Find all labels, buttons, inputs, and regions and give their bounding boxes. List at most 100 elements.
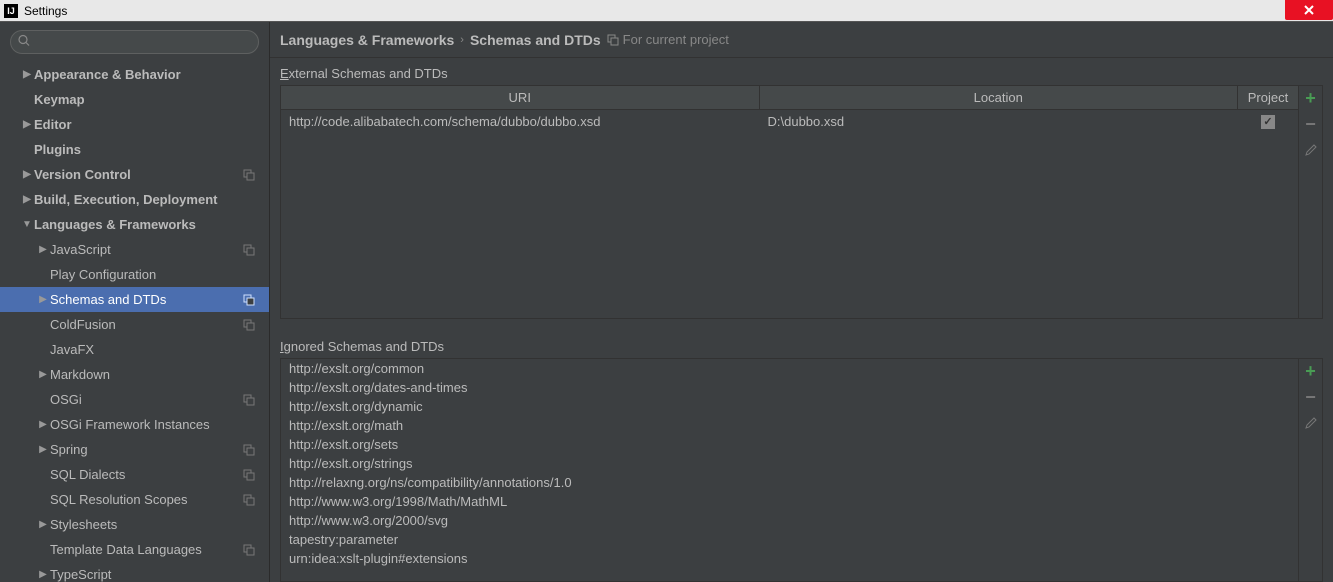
sidebar-item-label: TypeScript (50, 567, 111, 582)
expand-arrow-icon: ▶ (20, 169, 34, 180)
sidebar-item-label: JavaScript (50, 242, 111, 257)
list-item[interactable]: http://exslt.org/common (281, 359, 1298, 378)
sidebar-item-play-configuration[interactable]: Play Configuration (0, 262, 269, 287)
expand-arrow-icon: ▶ (36, 244, 50, 255)
breadcrumb: Languages & Frameworks › Schemas and DTD… (270, 22, 1333, 58)
project-scope-icon (243, 444, 255, 456)
table-row[interactable]: http://code.alibabatech.com/schema/dubbo… (281, 110, 1298, 134)
expand-arrow-icon: ▶ (20, 194, 34, 205)
sidebar-item-spring[interactable]: ▶Spring (0, 437, 269, 462)
list-item[interactable]: http://exslt.org/sets (281, 435, 1298, 454)
title-bar: IJ Settings (0, 0, 1333, 22)
scope-label: For current project (623, 32, 729, 47)
edit-button[interactable] (1303, 415, 1319, 431)
list-item[interactable]: http://exslt.org/dynamic (281, 397, 1298, 416)
app-icon: IJ (4, 4, 18, 18)
col-uri[interactable]: URI (281, 86, 760, 109)
breadcrumb-parent[interactable]: Languages & Frameworks (280, 32, 454, 48)
content-pane: Languages & Frameworks › Schemas and DTD… (270, 22, 1333, 582)
ignored-section-label: Ignored Schemas and DTDs (270, 331, 1333, 358)
list-item[interactable]: urn:idea:xslt-plugin#extensions (281, 549, 1298, 568)
external-table-body: http://code.alibabatech.com/schema/dubbo… (281, 110, 1298, 134)
sidebar-item-plugins[interactable]: Plugins (0, 137, 269, 162)
sidebar-item-label: Appearance & Behavior (34, 67, 181, 82)
sidebar-item-typescript[interactable]: ▶TypeScript (0, 562, 269, 582)
sidebar-item-osgi[interactable]: OSGi (0, 387, 269, 412)
project-scope-icon (243, 469, 255, 481)
sidebar-item-label: Template Data Languages (50, 542, 202, 557)
sidebar-item-label: Schemas and DTDs (50, 292, 166, 307)
project-scope-icon (243, 319, 255, 331)
col-project[interactable]: Project (1238, 86, 1298, 109)
expand-arrow-icon: ▶ (20, 69, 34, 80)
sidebar-item-languages-frameworks[interactable]: ▼Languages & Frameworks (0, 212, 269, 237)
sidebar: ▶Appearance & BehaviorKeymap▶EditorPlugi… (0, 22, 270, 582)
project-scope-icon (243, 544, 255, 556)
settings-tree: ▶Appearance & BehaviorKeymap▶EditorPlugi… (0, 62, 269, 582)
close-button[interactable] (1285, 0, 1333, 20)
sidebar-item-label: OSGi Framework Instances (50, 417, 210, 432)
breadcrumb-current: Schemas and DTDs (470, 32, 601, 48)
window-title: Settings (24, 4, 67, 18)
edit-button[interactable] (1303, 142, 1319, 158)
sidebar-item-javafx[interactable]: JavaFX (0, 337, 269, 362)
expand-arrow-icon: ▶ (36, 569, 50, 580)
cell-location: D:\dubbo.xsd (760, 110, 1239, 133)
sidebar-item-appearance-behavior[interactable]: ▶Appearance & Behavior (0, 62, 269, 87)
list-item[interactable]: http://exslt.org/math (281, 416, 1298, 435)
sidebar-item-schemas-and-dtds[interactable]: ▶Schemas and DTDs (0, 287, 269, 312)
ignored-list-body[interactable]: http://exslt.org/commonhttp://exslt.org/… (281, 359, 1298, 581)
sidebar-item-stylesheets[interactable]: ▶Stylesheets (0, 512, 269, 537)
sidebar-item-build-execution-deployment[interactable]: ▶Build, Execution, Deployment (0, 187, 269, 212)
sidebar-item-template-data-languages[interactable]: Template Data Languages (0, 537, 269, 562)
sidebar-item-label: Plugins (34, 142, 81, 157)
sidebar-item-coldfusion[interactable]: ColdFusion (0, 312, 269, 337)
sidebar-item-label: Keymap (34, 92, 85, 107)
list-item[interactable]: http://relaxng.org/ns/compatibility/anno… (281, 473, 1298, 492)
add-button[interactable]: + (1303, 363, 1319, 379)
sidebar-item-editor[interactable]: ▶Editor (0, 112, 269, 137)
sidebar-item-label: Languages & Frameworks (34, 217, 196, 232)
project-scope-icon (607, 34, 619, 46)
add-button[interactable]: + (1303, 90, 1319, 106)
sidebar-item-label: Version Control (34, 167, 131, 182)
sidebar-item-osgi-framework-instances[interactable]: ▶OSGi Framework Instances (0, 412, 269, 437)
col-location[interactable]: Location (760, 86, 1239, 109)
expand-arrow-icon: ▼ (20, 219, 34, 230)
list-item[interactable]: http://exslt.org/dates-and-times (281, 378, 1298, 397)
list-item[interactable]: tapestry:parameter (281, 530, 1298, 549)
sidebar-item-label: Build, Execution, Deployment (34, 192, 217, 207)
external-table-header: URI Location Project (281, 86, 1298, 110)
pencil-icon (1304, 416, 1318, 430)
remove-button[interactable]: − (1303, 389, 1319, 405)
project-scope-icon (243, 394, 255, 406)
close-icon (1301, 3, 1317, 17)
ignored-toolbar: + − (1298, 359, 1322, 581)
sidebar-item-label: JavaFX (50, 342, 94, 357)
list-item[interactable]: http://exslt.org/strings (281, 454, 1298, 473)
cell-uri: http://code.alibabatech.com/schema/dubbo… (281, 110, 760, 133)
sidebar-item-label: OSGi (50, 392, 82, 407)
sidebar-item-version-control[interactable]: ▶Version Control (0, 162, 269, 187)
external-section-label: External Schemas and DTDs (270, 58, 1333, 85)
sidebar-item-label: ColdFusion (50, 317, 116, 332)
chevron-right-icon: › (460, 34, 464, 46)
project-scope-icon (243, 294, 255, 306)
sidebar-item-sql-resolution-scopes[interactable]: SQL Resolution Scopes (0, 487, 269, 512)
project-scope-icon (243, 494, 255, 506)
external-empty-space[interactable] (281, 134, 1298, 318)
search-icon (18, 35, 30, 50)
checkbox-icon[interactable]: ✓ (1261, 115, 1275, 129)
expand-arrow-icon: ▶ (36, 444, 50, 455)
list-item[interactable]: http://www.w3.org/2000/svg (281, 511, 1298, 530)
search-input[interactable] (10, 30, 259, 54)
sidebar-item-javascript[interactable]: ▶JavaScript (0, 237, 269, 262)
remove-button[interactable]: − (1303, 116, 1319, 132)
cell-project[interactable]: ✓ (1238, 110, 1298, 133)
sidebar-item-label: Markdown (50, 367, 110, 382)
sidebar-item-markdown[interactable]: ▶Markdown (0, 362, 269, 387)
list-item[interactable]: http://www.w3.org/1998/Math/MathML (281, 492, 1298, 511)
sidebar-item-keymap[interactable]: Keymap (0, 87, 269, 112)
sidebar-item-sql-dialects[interactable]: SQL Dialects (0, 462, 269, 487)
project-scope-icon (243, 169, 255, 181)
